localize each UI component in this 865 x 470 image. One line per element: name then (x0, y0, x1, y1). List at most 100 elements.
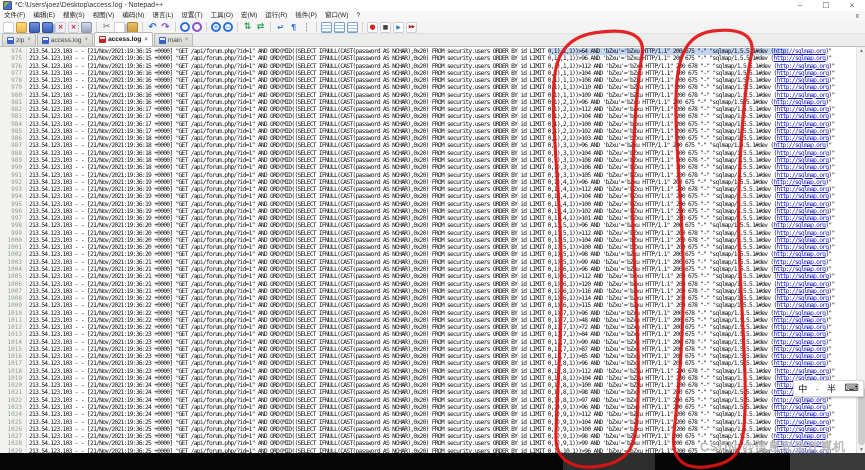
log-line[interactable]: 213.54.123.103 - - [21/Nov/2021:19:36:19… (29, 186, 856, 193)
menu-item[interactable]: 宏(M) (237, 11, 261, 21)
save-all-icon[interactable] (42, 21, 53, 33)
log-line[interactable]: 213.54.123.103 - - [21/Nov/2021:19:36:21… (29, 266, 856, 273)
sqlmap-url-link[interactable]: http://sqlmap.org (773, 331, 826, 338)
log-line[interactable]: 213.54.123.103 - - [21/Nov/2021:19:36:15… (29, 48, 856, 55)
sqlmap-url-link[interactable]: http://sqlmap.org (777, 128, 830, 135)
zoom-out-icon[interactable] (223, 22, 233, 32)
scroll-up-icon[interactable]: ▲ (857, 47, 865, 56)
tab-close-icon[interactable]: × (27, 37, 31, 43)
sqlmap-url-link[interactable]: http://sqlmap.org (777, 157, 830, 164)
close-button[interactable]: × (839, 0, 865, 11)
log-line[interactable]: 213.54.123.103 - - [21/Nov/2021:19:36:20… (29, 222, 856, 229)
copy-icon[interactable] (114, 21, 125, 33)
menu-item[interactable]: 工具(O) (207, 11, 237, 21)
log-line[interactable]: 213.54.123.103 - - [21/Nov/2021:19:36:21… (29, 288, 856, 295)
log-line[interactable]: 213.54.123.103 - - [21/Nov/2021:19:36:19… (29, 201, 856, 208)
log-line[interactable]: 213.54.123.103 - - [21/Nov/2021:19:36:24… (29, 375, 856, 382)
log-line[interactable]: 213.54.123.103 - - [21/Nov/2021:19:36:21… (29, 273, 856, 280)
log-line[interactable]: 213.54.123.103 - - [21/Nov/2021:19:36:18… (29, 142, 856, 149)
log-line[interactable]: 213.54.123.103 - - [21/Nov/2021:19:36:24… (29, 397, 856, 404)
sqlmap-url-link[interactable]: http://sqlmap.org (773, 99, 826, 106)
log-line[interactable]: 213.54.123.103 - - [21/Nov/2021:19:36:23… (29, 346, 856, 353)
tab-close-icon[interactable]: × (144, 37, 148, 43)
log-line[interactable]: 213.54.123.103 - - [21/Nov/2021:19:36:16… (29, 77, 856, 84)
menu-item[interactable]: 编辑(E) (29, 11, 59, 21)
sqlmap-url-link[interactable]: http://sqlmap.org (773, 55, 826, 62)
log-line[interactable]: 213.54.123.103 - - [21/Nov/2021:19:36:25… (29, 419, 856, 426)
sqlmap-url-link[interactable]: http://sqlmap.org (777, 70, 830, 77)
sqlmap-url-link[interactable]: http://sqlmap.org (777, 84, 830, 91)
maximize-button[interactable]: ☐ (813, 0, 839, 11)
sqlmap-url-link[interactable]: http://sqlmap.org (773, 259, 826, 266)
play-macro-icon[interactable] (393, 21, 404, 33)
document-list-icon[interactable] (347, 21, 358, 33)
sqlmap-url-link[interactable]: http://sqlmap.org (777, 193, 830, 200)
tab-access.log[interactable]: access.log × (36, 33, 94, 46)
log-line[interactable]: 213.54.123.103 - - [21/Nov/2021:19:36:17… (29, 113, 856, 120)
log-line[interactable]: 213.54.123.103 - - [21/Nov/2021:19:36:23… (29, 368, 856, 375)
sync-v-scroll-icon[interactable] (242, 22, 253, 33)
undo-icon[interactable] (147, 22, 158, 33)
sqlmap-url-link[interactable]: http://sqlmap.org (777, 92, 830, 99)
log-line[interactable]: 213.54.123.103 - - [21/Nov/2021:19:36:21… (29, 259, 856, 266)
log-line[interactable]: 213.54.123.103 - - [21/Nov/2021:19:36:20… (29, 251, 856, 258)
log-line[interactable]: 213.54.123.103 - - [21/Nov/2021:19:36:19… (29, 172, 856, 179)
sqlmap-url-link[interactable]: http://sqlmap.org (773, 251, 826, 258)
zoom-in-icon[interactable] (211, 22, 221, 32)
minimize-button[interactable]: – (787, 0, 813, 11)
open-folder-icon[interactable] (16, 21, 27, 33)
sqlmap-url-link[interactable]: http://sqlmap.org (773, 266, 826, 273)
log-lines[interactable]: 213.54.123.103 - - [21/Nov/2021:19:36:15… (29, 47, 856, 455)
sqlmap-url-link[interactable]: http://sqlmap.org (773, 142, 826, 149)
log-line[interactable]: 213.54.123.103 - - [21/Nov/2021:19:36:23… (29, 339, 856, 346)
sqlmap-url-link[interactable]: http://sqlmap.org (777, 230, 830, 237)
log-line[interactable]: 213.54.123.103 - - [21/Nov/2021:19:36:19… (29, 193, 856, 200)
sqlmap-url-link[interactable]: http://sqlmap.org (777, 208, 830, 215)
sqlmap-url-link[interactable]: http://sqlmap.org (773, 339, 826, 346)
log-line[interactable]: 213.54.123.103 - - [21/Nov/2021:19:36:25… (29, 426, 856, 433)
sqlmap-url-link[interactable]: http://sqlmap.org (777, 201, 830, 208)
replace-icon[interactable] (192, 22, 202, 32)
sqlmap-url-link[interactable]: http://sqlmap.org (777, 172, 830, 179)
sqlmap-url-link[interactable]: http://sqlmap.org (773, 222, 826, 229)
log-line[interactable]: 213.54.123.103 - - [21/Nov/2021:19:36:20… (29, 244, 856, 251)
log-line[interactable]: 213.54.123.103 - - [21/Nov/2021:19:36:16… (29, 70, 856, 77)
sync-h-scroll-icon[interactable] (255, 22, 266, 33)
log-line[interactable]: 213.54.123.103 - - [21/Nov/2021:19:36:21… (29, 281, 856, 288)
sqlmap-url-link[interactable]: http://sqlmap.org (777, 237, 830, 244)
ime-language-mode[interactable]: 中 (798, 382, 807, 395)
log-line[interactable]: 213.54.123.103 - - [21/Nov/2021:19:36:20… (29, 237, 856, 244)
close-all-icon[interactable] (68, 21, 79, 33)
ime-halfwidth-mode[interactable]: 半 (827, 382, 836, 395)
tab-access.log[interactable]: access.log × (94, 32, 153, 46)
sqlmap-url-link[interactable]: http://sqlmap.org (773, 48, 826, 55)
log-line[interactable]: 213.54.123.103 - - [21/Nov/2021:19:36:22… (29, 317, 856, 324)
sqlmap-url-link[interactable]: http://sqlmap.org (773, 317, 826, 324)
menu-item[interactable]: 文件(F) (0, 11, 29, 21)
log-line[interactable]: 213.54.123.103 - - [21/Nov/2021:19:36:16… (29, 84, 856, 91)
menu-item[interactable]: 语言(L) (148, 11, 177, 21)
menu-item[interactable]: ? (352, 11, 364, 21)
log-line[interactable]: 213.54.123.103 - - [21/Nov/2021:19:36:19… (29, 179, 856, 186)
log-line[interactable]: 213.54.123.103 - - [21/Nov/2021:19:36:24… (29, 411, 856, 418)
log-line[interactable]: 213.54.123.103 - - [21/Nov/2021:19:36:18… (29, 157, 856, 164)
paste-icon[interactable] (127, 21, 138, 33)
close-icon[interactable] (55, 21, 66, 33)
sqlmap-url-link[interactable]: http://sqlmap.org (777, 281, 830, 288)
sqlmap-url-link[interactable]: http://sqlmap.org (777, 113, 830, 120)
log-line[interactable]: 213.54.123.103 - - [21/Nov/2021:19:36:15… (29, 63, 856, 70)
sqlmap-url-link[interactable]: http://sqlmap.org (777, 215, 830, 222)
log-line[interactable]: 213.54.123.103 - - [21/Nov/2021:19:36:16… (29, 92, 856, 99)
tab-zip[interactable]: zip × (2, 33, 36, 46)
log-line[interactable]: 213.54.123.103 - - [21/Nov/2021:19:36:18… (29, 150, 856, 157)
sqlmap-url-link[interactable]: http://sqlmap.org (777, 273, 830, 280)
sqlmap-url-link[interactable]: http://sqlmap.org (773, 353, 826, 360)
log-line[interactable]: 213.54.123.103 - - [21/Nov/2021:19:36:16… (29, 99, 856, 106)
cut-icon[interactable] (101, 22, 112, 33)
sqlmap-url-link[interactable]: http://sqlmap.org (777, 164, 830, 171)
function-list-icon[interactable] (321, 21, 332, 33)
log-line[interactable]: 213.54.123.103 - - [21/Nov/2021:19:36:18… (29, 135, 856, 142)
word-wrap-icon[interactable] (275, 22, 286, 33)
log-line[interactable]: 213.54.123.103 - - [21/Nov/2021:19:36:20… (29, 230, 856, 237)
log-line[interactable]: 213.54.123.103 - - [21/Nov/2021:19:36:23… (29, 360, 856, 367)
